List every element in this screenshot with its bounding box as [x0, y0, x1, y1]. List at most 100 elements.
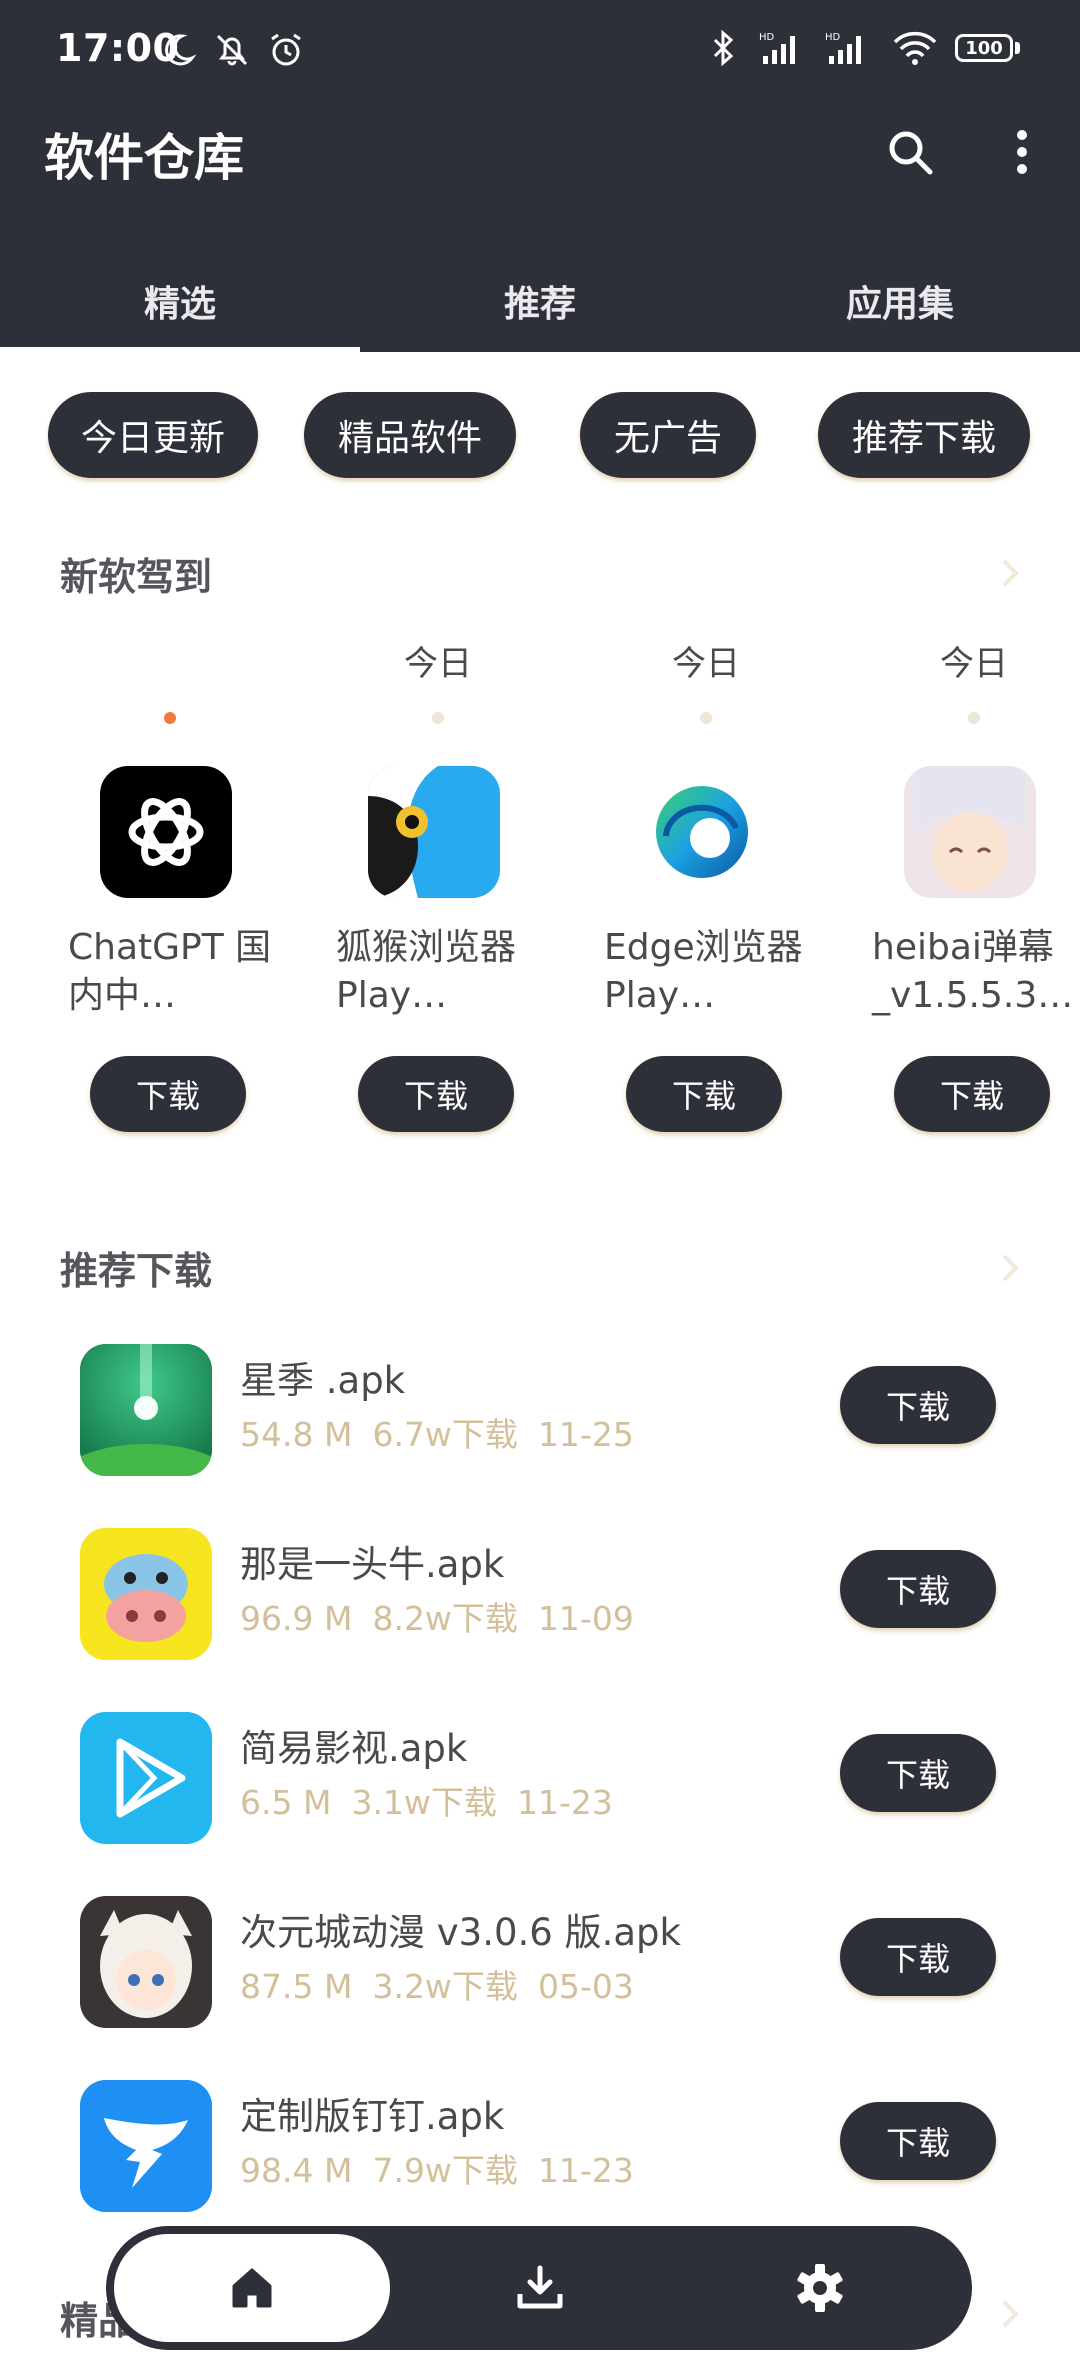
timeline-dot: [164, 712, 176, 724]
app-date: 05-03: [537, 1967, 634, 2006]
list-item[interactable]: 定制版钉钉.apk 98.4 M 7.9w下载 11-23 下载: [0, 2080, 1080, 2230]
app-meta: 6.5 M 3.1w下载 11-23: [240, 1776, 633, 1824]
download-button[interactable]: 下载: [626, 1056, 782, 1132]
tab-bar: 精选 推荐 应用集: [0, 250, 1080, 352]
bottom-navigation: [106, 2226, 972, 2350]
chip-recommended-downloads[interactable]: 推荐下载: [818, 392, 1030, 478]
home-icon: [232, 2268, 272, 2308]
chip-no-ads[interactable]: 无广告: [580, 392, 756, 478]
app-meta: 54.8 M 6.7w下载 11-25: [240, 1408, 654, 1456]
bluetooth-icon: [713, 29, 734, 67]
nav-downloads[interactable]: [440, 2226, 640, 2350]
list-item[interactable]: 星季 .apk 54.8 M 6.7w下载 11-25 下载: [0, 1344, 1080, 1494]
chip-today-updates[interactable]: 今日更新: [48, 392, 258, 478]
app-meta: 98.4 M 7.9w下载 11-23: [240, 2144, 654, 2192]
cow-icon: [80, 1528, 212, 1660]
svg-text:HD: HD: [759, 32, 775, 43]
new-software-item[interactable]: ChatGPT 国内中… 下载: [60, 630, 280, 1150]
wifi-icon: [893, 31, 937, 65]
chevron-right-icon[interactable]: [992, 2296, 1028, 2332]
status-bar: 17:00 HD HD 100: [0, 0, 1080, 100]
anime-icon: [80, 1896, 212, 2028]
download-button[interactable]: 下载: [840, 2102, 996, 2180]
item-date: 今日: [672, 644, 740, 684]
svg-text:HD: HD: [825, 32, 841, 43]
tab-collections[interactable]: 应用集: [720, 250, 1080, 352]
dingtalk-icon: [80, 2080, 212, 2212]
app-date: 11-23: [537, 2151, 634, 2190]
app-name: 定制版钉钉.apk: [240, 2095, 505, 2138]
new-software-item[interactable]: 今日 Edge浏览器 Play… 下载: [596, 630, 816, 1150]
app-size: 96.9 M: [240, 1599, 353, 1638]
app-name: 狐猴浏览器 Play…: [336, 927, 517, 1016]
app-name: 星季 .apk: [240, 1359, 406, 1402]
app-downloads: 7.9w下载: [372, 2151, 518, 2190]
tab-recommended[interactable]: 推荐: [360, 250, 720, 352]
app-size: 87.5 M: [240, 1967, 353, 2006]
app-size: 54.8 M: [240, 1415, 353, 1454]
app-size: 6.5 M: [240, 1783, 332, 1822]
download-button[interactable]: 下载: [358, 1056, 514, 1132]
play-store-icon: [80, 1712, 212, 1844]
chevron-right-icon[interactable]: [992, 555, 1028, 591]
new-software-item[interactable]: 今日 狐猴浏览器 Play… 下载: [328, 630, 548, 1150]
app-date: 11-09: [537, 1599, 634, 1638]
nav-settings[interactable]: [720, 2226, 920, 2350]
nav-home[interactable]: [152, 2226, 352, 2350]
app-downloads: 3.2w下载: [372, 1967, 518, 2006]
download-button[interactable]: 下载: [90, 1056, 246, 1132]
moon-icon: [165, 34, 197, 66]
battery-level: 100: [955, 34, 1013, 62]
signal-hd-icon: HD: [759, 32, 795, 64]
xingji-icon: [80, 1344, 212, 1476]
download-button[interactable]: 下载: [840, 1550, 996, 1628]
app-name: Edge浏览器 Play…: [604, 927, 803, 1016]
anime-girl-icon: [904, 766, 1036, 898]
signal-hd-icon: HD: [825, 32, 861, 64]
more-button[interactable]: [990, 120, 1054, 184]
alarm-icon: [271, 33, 301, 66]
download-button[interactable]: 下载: [894, 1056, 1050, 1132]
tab-featured[interactable]: 精选: [0, 250, 360, 352]
app-meta: 87.5 M 3.2w下载 05-03: [240, 1960, 654, 2008]
category-chips: 今日更新 精品软件 无广告 推荐下载: [0, 392, 1080, 480]
settings-icon: [797, 2264, 843, 2312]
item-date: 今日: [940, 644, 1008, 684]
download-button[interactable]: 下载: [840, 1366, 996, 1444]
battery-icon: 100: [955, 34, 1020, 62]
app-name: 那是一头牛.apk: [240, 1543, 505, 1586]
chatgpt-icon: [100, 766, 232, 898]
app-downloads: 6.7w下载: [372, 1415, 518, 1454]
list-item[interactable]: 简易影视.apk 6.5 M 3.1w下载 11-23 下载: [0, 1712, 1080, 1862]
app-downloads: 3.1w下载: [351, 1783, 497, 1822]
app-size: 98.4 M: [240, 2151, 353, 2190]
app-downloads: 8.2w下载: [372, 1599, 518, 1638]
app-date: 11-23: [516, 1783, 613, 1822]
new-software-item[interactable]: 今日 heibai弹幕_v1.5.5.3… 下载: [864, 630, 1080, 1150]
page-title: 软件仓库: [44, 129, 244, 187]
bell-off-icon: [216, 34, 248, 66]
chip-premium-software[interactable]: 精品软件: [304, 392, 516, 478]
edge-browser-icon: [636, 766, 768, 898]
search-icon: [889, 131, 933, 175]
list-item[interactable]: 那是一头牛.apk 96.9 M 8.2w下载 11-09 下载: [0, 1528, 1080, 1678]
list-item[interactable]: 次元城动漫 v3.0.6 版.apk 87.5 M 3.2w下载 05-03 下载: [0, 1896, 1080, 2046]
download-icon: [517, 2265, 563, 2309]
download-button[interactable]: 下载: [840, 1734, 996, 1812]
search-button[interactable]: [878, 120, 942, 184]
timeline-dot: [968, 712, 980, 724]
more-vertical-icon: [1017, 130, 1027, 174]
section-title-new-software: 新软驾到: [60, 555, 213, 599]
app-name: ChatGPT 国内中…: [68, 927, 272, 1016]
app-name: 次元城动漫 v3.0.6 版.apk: [240, 1911, 681, 1954]
section-title-recommended: 推荐下载: [60, 1249, 213, 1293]
timeline-dot: [700, 712, 712, 724]
lemur-browser-icon: [368, 766, 500, 898]
download-button[interactable]: 下载: [840, 1918, 996, 1996]
chevron-right-icon[interactable]: [992, 1250, 1028, 1286]
item-date: 今日: [404, 644, 472, 684]
app-name: heibai弹幕_v1.5.5.3…: [872, 927, 1074, 1016]
app-meta: 96.9 M 8.2w下载 11-09: [240, 1592, 654, 1640]
app-header: 17:00 HD HD 100 软件仓库 精选 推荐 应用集: [0, 0, 1080, 352]
app-name: 简易影视.apk: [240, 1727, 468, 1770]
